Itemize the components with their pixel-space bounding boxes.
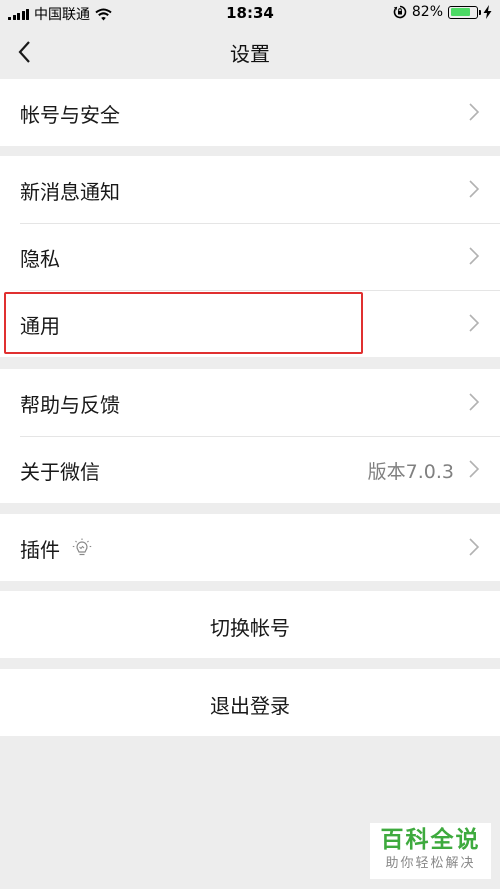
cell-label: 关于微信 [20, 460, 100, 484]
nav-bar: 设置 [0, 26, 500, 78]
chevron-right-icon [469, 314, 480, 332]
settings-item-plugins[interactable]: 插件 [0, 514, 500, 581]
settings-item-help-feedback[interactable]: 帮助与反馈 [0, 369, 500, 436]
watermark-title: 百科全说 [380, 827, 481, 853]
battery-percentage: 82% [411, 4, 443, 20]
settings-item-privacy[interactable]: 隐私 [0, 223, 500, 290]
settings-item-new-message[interactable]: 新消息通知 [0, 156, 500, 223]
settings-item-account-security[interactable]: 帐号与安全 [0, 79, 500, 146]
group-plugins: 插件 [0, 514, 500, 581]
status-right: 82% [393, 4, 492, 20]
chevron-right-icon [469, 247, 480, 265]
group-help: 帮助与反馈 关于微信 版本7.0.3 [0, 369, 500, 503]
chevron-right-icon [469, 180, 480, 198]
group-logout: 退出登录 [0, 669, 500, 736]
logout-label: 退出登录 [210, 694, 290, 718]
page-title: 设置 [230, 42, 270, 66]
chevron-right-icon [469, 538, 480, 556]
battery-icon [448, 5, 481, 19]
version-label: 版本7.0.3 [367, 461, 454, 483]
watermark: 百科全说 助你轻松解决 [370, 823, 491, 879]
group-account: 帐号与安全 [0, 79, 500, 146]
settings-item-about[interactable]: 关于微信 版本7.0.3 [0, 436, 500, 503]
switch-account-label: 切换帐号 [210, 616, 290, 640]
cell-label: 隐私 [20, 247, 60, 271]
cell-label: 帐号与安全 [20, 103, 120, 127]
charging-bolt-icon [483, 5, 492, 19]
chevron-right-icon [469, 103, 480, 121]
lightbulb-icon [72, 538, 92, 556]
switch-account-button[interactable]: 切换帐号 [0, 591, 500, 658]
cell-label: 新消息通知 [20, 180, 120, 204]
status-bar: 中国联通 18:34 82% [0, 0, 500, 26]
watermark-subtitle: 助你轻松解决 [385, 856, 476, 871]
rotation-lock-icon [393, 5, 407, 19]
group-switch-account: 切换帐号 [0, 591, 500, 658]
chevron-right-icon [469, 460, 480, 478]
highlight-box [4, 292, 363, 354]
chevron-right-icon [469, 393, 480, 411]
logout-button[interactable]: 退出登录 [0, 669, 500, 736]
cell-label: 插件 [20, 538, 60, 562]
cell-label: 帮助与反馈 [20, 393, 120, 417]
